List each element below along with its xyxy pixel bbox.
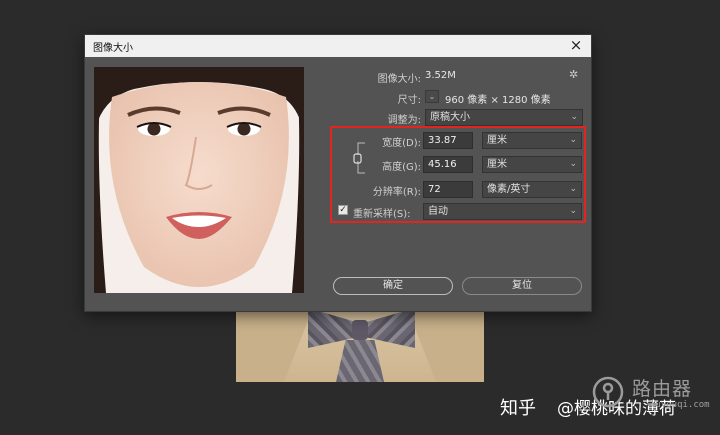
chevron-down-icon: ⌄	[569, 135, 577, 145]
width-input[interactable]: 33.87	[423, 132, 473, 149]
background-document-image	[236, 300, 484, 382]
chevron-down-icon: ⌄	[428, 92, 436, 101]
image-size-value: 3.52M	[425, 70, 456, 81]
close-icon[interactable]: ×	[567, 36, 585, 54]
height-label: 高度(G):	[382, 162, 421, 173]
resolution-unit: 像素/英寸	[487, 184, 531, 195]
dimensions-value: 960 像素 × 1280 像素	[445, 95, 551, 106]
height-value: 45.16	[428, 159, 457, 170]
chevron-down-icon: ⌄	[569, 184, 577, 194]
dimensions-unit-dropdown[interactable]: ⌄	[425, 90, 439, 103]
width-value: 33.87	[428, 135, 457, 146]
chevron-down-icon: ⌄	[569, 159, 577, 169]
fit-to-label: 调整为:	[387, 115, 421, 126]
resolution-label: 分辨率(R):	[372, 187, 421, 198]
resample-select[interactable]: 自动 ⌄	[423, 203, 582, 220]
fit-to-value: 原稿大小	[430, 112, 470, 123]
fit-to-select[interactable]: 原稿大小 ⌄	[425, 109, 583, 126]
reset-button[interactable]: 复位	[462, 277, 582, 295]
resample-label: 重新采样(S):	[353, 209, 411, 220]
dimensions-label: 尺寸:	[397, 95, 421, 106]
gear-icon[interactable]: ✲	[569, 68, 578, 81]
width-unit: 厘米	[487, 135, 507, 146]
width-unit-select[interactable]: 厘米 ⌄	[482, 132, 582, 149]
image-size-label: 图像大小:	[377, 74, 421, 85]
watermark-brand: 路由器	[632, 378, 693, 400]
resample-checkbox[interactable]: ✓	[338, 205, 348, 215]
ok-button[interactable]: 确定	[333, 277, 453, 295]
resolution-unit-select[interactable]: 像素/英寸 ⌄	[482, 181, 582, 198]
height-unit-select[interactable]: 厘米 ⌄	[482, 156, 582, 173]
watermark-domain: luyouqi.com	[650, 400, 710, 410]
image-size-dialog: 图像大小 × ✲ 图像大小: 3.52M 尺寸: ⌄ 960 像素 × 1280…	[84, 34, 592, 312]
chevron-down-icon: ⌄	[569, 206, 577, 216]
height-unit: 厘米	[487, 159, 507, 170]
resolution-value: 72	[428, 184, 441, 195]
image-preview	[94, 67, 304, 293]
dialog-title: 图像大小	[93, 43, 133, 54]
router-logo-icon	[592, 376, 624, 408]
height-input[interactable]: 45.16	[423, 156, 473, 173]
resample-value: 自动	[428, 206, 448, 217]
watermark: 知乎 @樱桃味的薄荷 路由器 luyouqi.com	[500, 372, 715, 422]
watermark-zhihu: 知乎	[500, 398, 536, 419]
chevron-down-icon: ⌄	[570, 112, 578, 122]
dialog-titlebar: 图像大小 ×	[85, 35, 591, 57]
resolution-input[interactable]: 72	[423, 181, 473, 198]
width-label: 宽度(D):	[382, 138, 421, 149]
checkbox-icon: ✓	[339, 205, 347, 215]
